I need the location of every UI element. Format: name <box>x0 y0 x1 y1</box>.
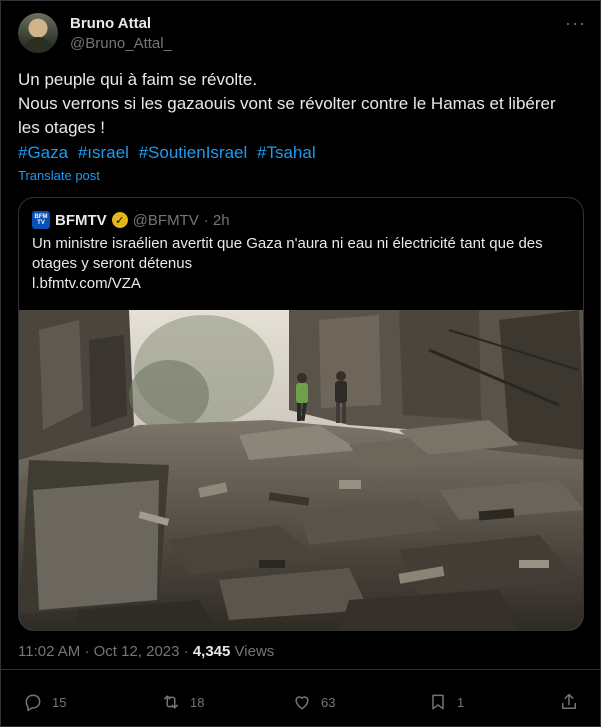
reply-count: 15 <box>52 694 67 710</box>
views-label: Views <box>230 643 275 660</box>
translate-post-link[interactable]: Translate post <box>18 168 100 183</box>
bookmark-count: 1 <box>457 694 465 710</box>
repost-count: 18 <box>190 694 205 710</box>
action-bar: 15 18 63 1 <box>1 669 601 727</box>
quoted-author-handle: @BFMTV <box>132 211 199 229</box>
author-handle[interactable]: @Bruno_Attal_ <box>70 35 172 52</box>
post-timestamp: 11:02 AM · Oct 12, 2023 · 4,345 Views <box>18 643 274 660</box>
hashtag-link[interactable]: #Gaza <box>18 143 68 162</box>
share-button[interactable] <box>559 692 579 712</box>
rubble-scene-image <box>19 310 583 630</box>
views-count: 4,345 <box>192 643 231 660</box>
tweet-body: Un peuple qui à faim se révolte. Nous ve… <box>18 68 578 140</box>
reply-icon <box>25 694 41 712</box>
repost-icon <box>164 695 178 709</box>
quoted-author-name: BFMTV <box>55 211 107 229</box>
avatar[interactable] <box>18 13 58 53</box>
tweet-line: les otages ! <box>18 118 105 137</box>
quoted-tweet-photo[interactable] <box>19 310 583 630</box>
hashtag-link[interactable]: #ısrael <box>78 143 129 162</box>
reply-button[interactable]: 15 <box>23 692 66 712</box>
quoted-tweet-text: Un ministre israélien avertit que Gaza n… <box>32 235 543 272</box>
post-time[interactable]: 11:02 AM · Oct 12, 2023 · <box>18 643 193 660</box>
tweet-card: Bruno Attal @Bruno_Attal_ ··· Un peuple … <box>0 0 601 727</box>
author-display-name[interactable]: Bruno Attal <box>70 15 151 32</box>
share-icon <box>562 693 576 709</box>
bfmtv-logo: BFM TV <box>32 211 50 229</box>
tweet-line: Un peuple qui à faim se révolte. <box>18 70 258 89</box>
hashtag-link[interactable]: #Tsahal <box>257 143 316 162</box>
bookmark-button[interactable]: 1 <box>428 692 464 712</box>
like-count: 63 <box>321 694 336 710</box>
quoted-tweet[interactable]: BFM TV BFMTV ✓ @BFMTV · 2h Un ministre is… <box>18 197 584 631</box>
bookmark-icon <box>432 694 444 710</box>
heart-icon <box>295 696 309 710</box>
quoted-tweet-header: BFM TV BFMTV ✓ @BFMTV · 2h <box>32 210 230 230</box>
like-button[interactable]: 63 <box>292 692 335 712</box>
hashtag-link[interactable]: #SoutienIsrael <box>139 143 248 162</box>
verified-badge-icon: ✓ <box>111 212 128 228</box>
tweet-line: Nous verrons si les gazaouis vont se rév… <box>18 94 556 113</box>
repost-button[interactable]: 18 <box>161 692 204 712</box>
hashtag-list: #Gaza #ısrael #SoutienIsrael #Tsahal <box>18 141 321 165</box>
quoted-timestamp: · 2h <box>203 211 230 229</box>
more-options-icon[interactable]: ··· <box>565 13 586 34</box>
quoted-tweet-link[interactable]: l.bfmtv.com/VZA <box>32 275 141 292</box>
tweet-header: Bruno Attal @Bruno_Attal_ ··· <box>18 13 588 57</box>
